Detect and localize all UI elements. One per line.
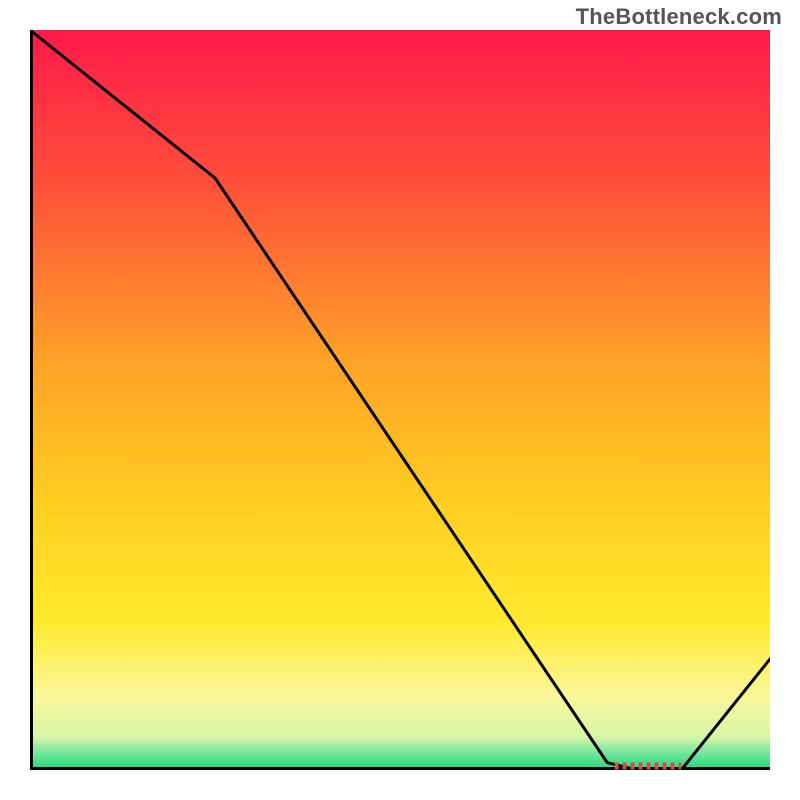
chart-container: TheBottleneck.com bbox=[0, 0, 800, 800]
plot-area bbox=[30, 30, 770, 770]
watermark-text: TheBottleneck.com bbox=[576, 4, 782, 30]
gradient-background bbox=[30, 30, 770, 770]
chart-svg bbox=[30, 30, 770, 770]
